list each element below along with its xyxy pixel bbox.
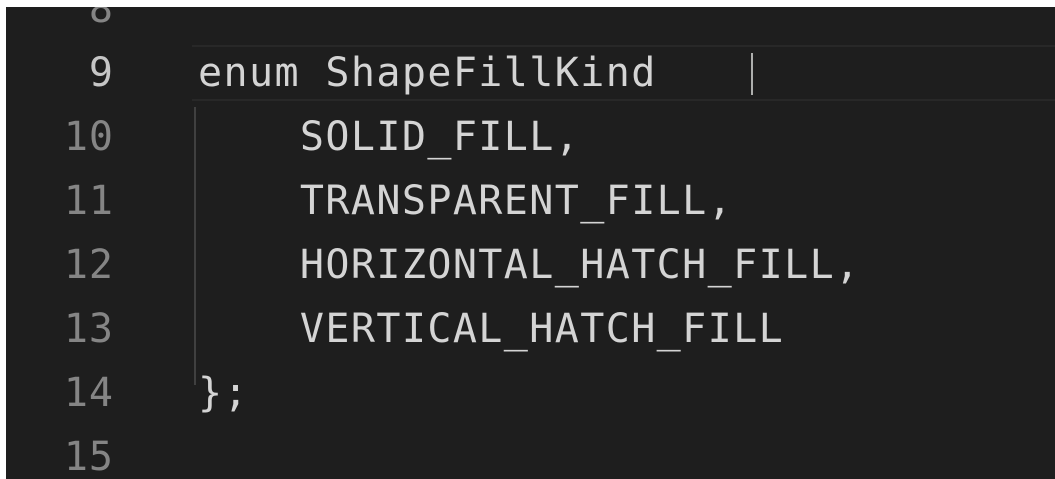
editor-line[interactable]: 8 [6,7,1055,37]
text-cursor [751,53,753,95]
editor-line[interactable]: 12 HORIZONTAL_HATCH_FILL, [6,237,1055,293]
line-number: 9 [88,50,114,96]
code-line[interactable]: SOLID_FILL, [198,109,580,165]
line-number: 11 [63,178,114,224]
line-number: 14 [63,370,114,416]
code-line[interactable]: enum ShapeFillKind [198,45,682,101]
editor-line[interactable]: 11 TRANSPARENT_FILL, [6,173,1055,229]
code-editor[interactable]: 8 9 enum ShapeFillKind 10 SOLID_FILL, 11… [6,7,1055,479]
editor-line[interactable]: 10 SOLID_FILL, [6,109,1055,165]
editor-line-current[interactable]: 9 enum ShapeFillKind [6,45,1055,101]
line-number: 13 [63,306,114,352]
editor-line[interactable]: 15 [6,429,1055,479]
line-number: 15 [63,434,114,479]
code-line[interactable]: TRANSPARENT_FILL, [198,173,733,229]
line-number: 12 [63,242,114,288]
editor-line[interactable]: 13 VERTICAL_HATCH_FILL [6,301,1055,357]
line-number: 8 [88,7,114,32]
code-line[interactable]: VERTICAL_HATCH_FILL [198,301,784,357]
code-line[interactable]: HORIZONTAL_HATCH_FILL, [198,237,861,293]
editor-line[interactable]: 14 }; [6,365,1055,421]
indent-guide [194,107,196,385]
code-line[interactable]: }; [198,365,249,421]
line-number: 10 [63,114,114,160]
